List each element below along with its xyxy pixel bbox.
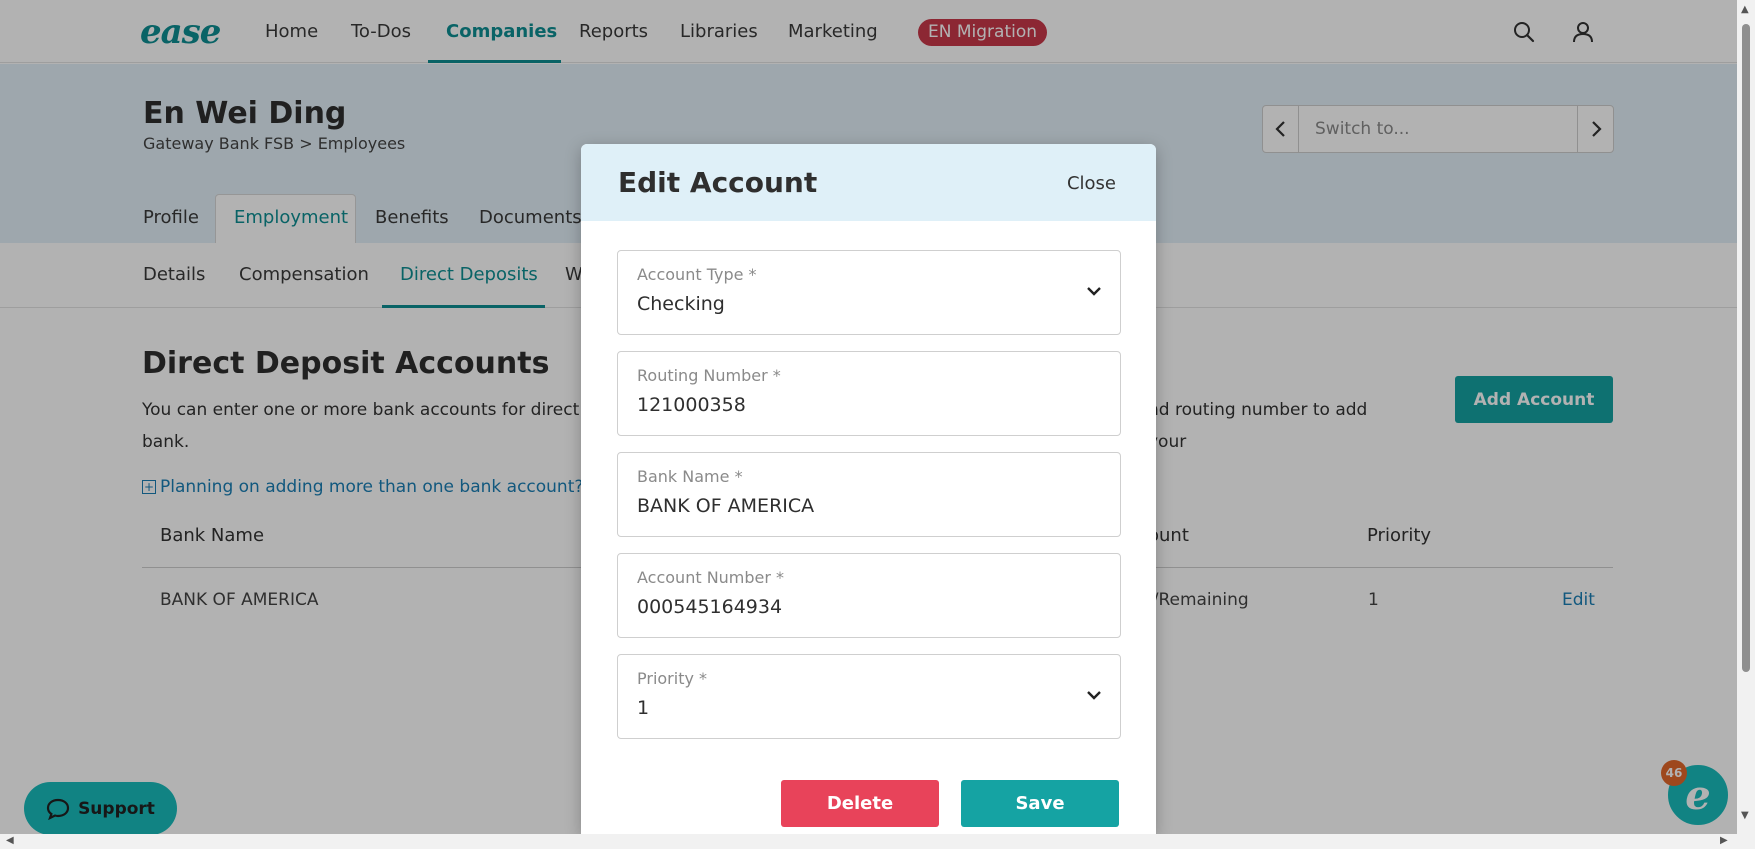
scrollbar-thumb[interactable]: [1742, 24, 1750, 672]
field-label: Bank Name *: [637, 467, 743, 486]
account-number-field[interactable]: Account Number * 000545164934: [617, 553, 1121, 638]
scroll-right-arrow-icon[interactable]: ▶: [1720, 835, 1728, 846]
scroll-down-arrow-icon[interactable]: ▼: [1741, 810, 1749, 821]
close-button[interactable]: Close: [1067, 173, 1116, 194]
field-label: Account Type *: [637, 265, 757, 284]
field-value: BANK OF AMERICA: [637, 495, 815, 517]
bank-name-field[interactable]: Bank Name * BANK OF AMERICA: [617, 452, 1121, 537]
modal-title: Edit Account: [618, 166, 818, 199]
routing-number-field[interactable]: Routing Number * 121000358: [617, 351, 1121, 436]
account-type-select[interactable]: Account Type * Checking: [617, 250, 1121, 335]
chevron-down-icon: [1087, 287, 1101, 296]
scroll-left-arrow-icon[interactable]: ◀: [6, 835, 14, 846]
save-button[interactable]: Save: [961, 780, 1119, 827]
vertical-scrollbar[interactable]: ▲ ▼: [1737, 0, 1755, 849]
field-label: Routing Number *: [637, 366, 781, 385]
priority-select[interactable]: Priority * 1: [617, 654, 1121, 739]
field-label: Priority *: [637, 669, 708, 688]
scroll-up-arrow-icon[interactable]: ▲: [1741, 4, 1749, 15]
modal-header: Edit Account Close: [581, 144, 1156, 221]
field-value: Checking: [637, 293, 725, 315]
edit-account-modal: Edit Account Close Account Type * Checki…: [581, 144, 1156, 834]
horizontal-scrollbar[interactable]: ◀ ▶: [0, 834, 1737, 849]
field-value: 1: [637, 697, 650, 719]
field-value: 121000358: [637, 394, 746, 416]
field-value: 000545164934: [637, 596, 783, 618]
delete-button[interactable]: Delete: [781, 780, 939, 827]
field-label: Account Number *: [637, 568, 785, 587]
chevron-down-icon: [1087, 691, 1101, 700]
